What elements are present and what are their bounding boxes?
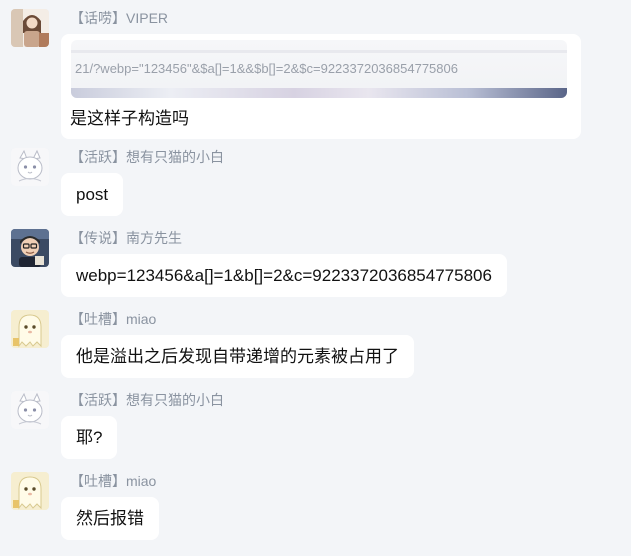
quoted-image-strip — [71, 88, 567, 98]
yellow-ghost-avatar[interactable] — [11, 472, 49, 510]
sender-name: 【活跃】想有只猫的小白 — [70, 148, 224, 166]
sender-name: 【吐槽】miao — [70, 472, 156, 490]
message-bubble[interactable]: post — [61, 173, 124, 216]
sender-name: 【话唠】VIPER — [70, 9, 168, 27]
sender-badge: 【吐槽】 — [70, 311, 126, 327]
sender-badge: 【话唠】 — [70, 10, 126, 26]
yellow-ghost-avatar[interactable] — [11, 310, 49, 348]
sender-nickname: 南方先生 — [126, 230, 182, 246]
message-text: 然后报错 — [76, 509, 144, 528]
white-cat-avatar[interactable] — [11, 391, 49, 429]
message-text: 他是溢出之后发现自带递增的元素被占用了 — [76, 347, 399, 366]
message-text: 耶? — [76, 428, 103, 447]
sender-badge: 【传说】 — [70, 230, 126, 246]
sender-name: 【活跃】想有只猫的小白 — [70, 391, 224, 409]
chat-message-list: 【话唠】VIPER 21/?webp="123456"&$a[]=1&&$b[]… — [0, 0, 631, 556]
sender-nickname: VIPER — [126, 10, 169, 26]
sender-nickname: miao — [126, 311, 157, 327]
quoted-image[interactable]: 21/?webp="123456"&$a[]=1&&$b[]=2&$c=9223… — [71, 40, 567, 98]
message-text: 是这样子构造吗 — [70, 109, 189, 128]
cartoon-boy-avatar[interactable] — [11, 229, 49, 267]
sender-badge: 【吐槽】 — [70, 473, 126, 489]
sender-badge: 【活跃】 — [70, 149, 126, 165]
sender-nickname: miao — [126, 473, 157, 489]
sender-nickname: 想有只猫的小白 — [126, 149, 224, 165]
sender-badge: 【活跃】 — [70, 392, 126, 408]
message-bubble[interactable]: 21/?webp="123456"&$a[]=1&&$b[]=2&$c=9223… — [61, 34, 581, 139]
quote-divider — [71, 50, 567, 53]
sender-name: 【传说】南方先生 — [70, 229, 182, 247]
quoted-url-text: 21/?webp="123456"&$a[]=1&&$b[]=2&$c=9223… — [75, 61, 458, 76]
message-bubble[interactable]: 然后报错 — [61, 497, 159, 540]
message-text: webp=123456&a[]=1&b[]=2&c=92233720368547… — [76, 266, 492, 285]
white-cat-avatar[interactable] — [11, 148, 49, 186]
girl-portrait-avatar[interactable] — [11, 9, 49, 47]
message-bubble[interactable]: webp=123456&a[]=1&b[]=2&c=92233720368547… — [61, 254, 507, 297]
sender-nickname: 想有只猫的小白 — [126, 392, 224, 408]
message-bubble[interactable]: 他是溢出之后发现自带递增的元素被占用了 — [61, 335, 414, 378]
message-text: post — [76, 185, 109, 204]
sender-name: 【吐槽】miao — [70, 310, 156, 328]
message-bubble[interactable]: 耶? — [61, 416, 118, 459]
